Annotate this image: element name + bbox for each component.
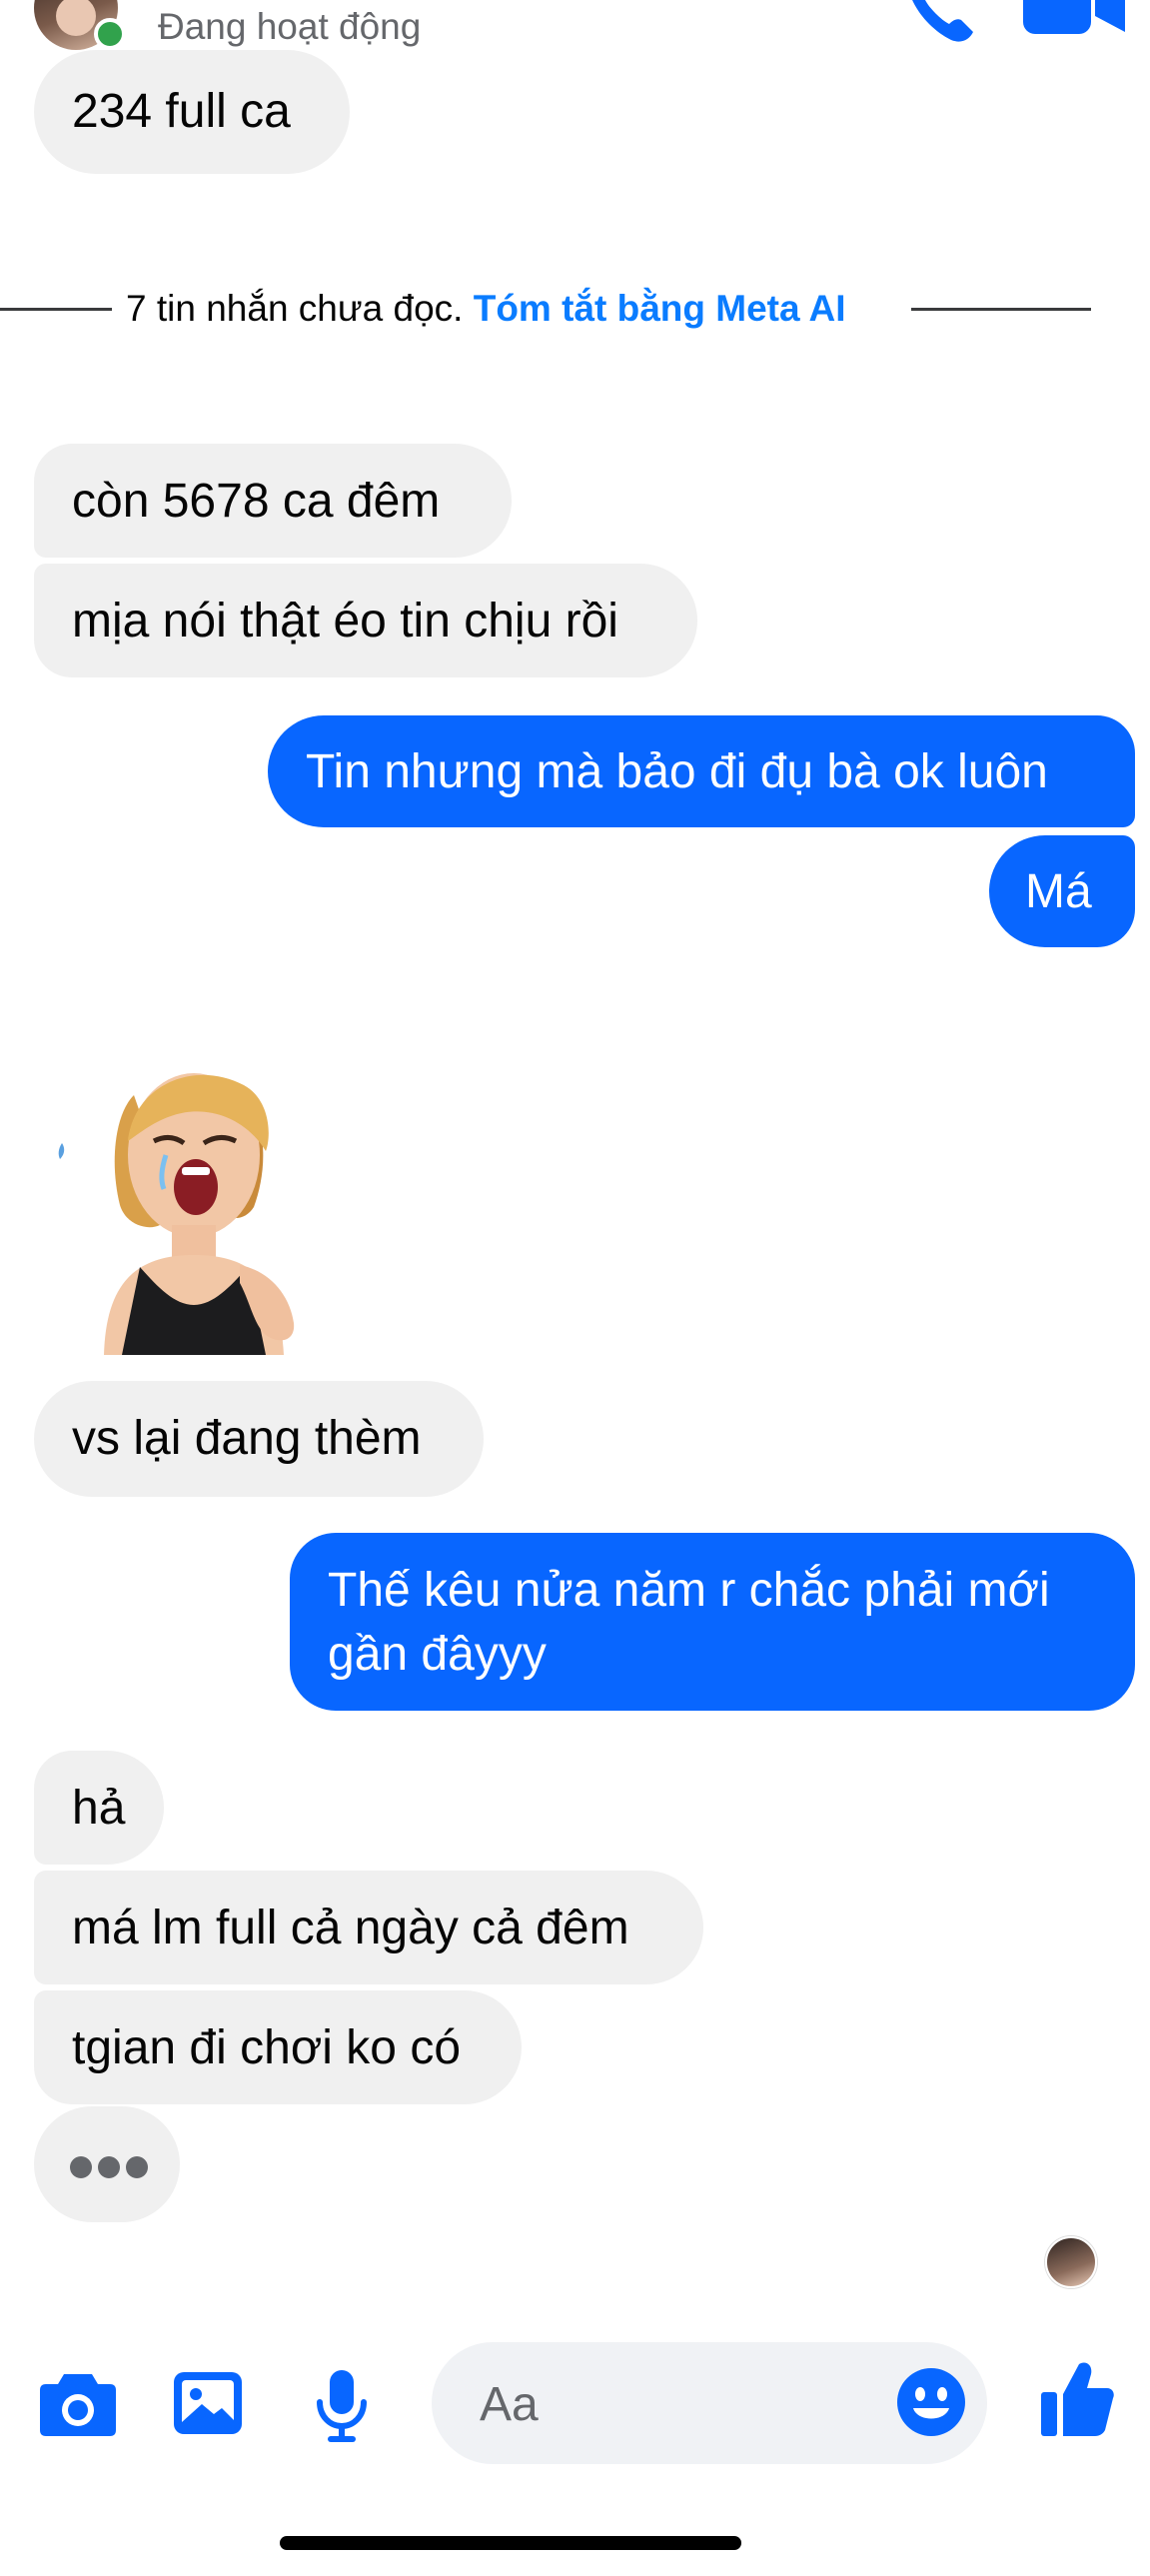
message-text: Tin nhưng mà bảo đi đụ bà ok luôn bbox=[306, 745, 1048, 798]
microphone-icon[interactable] bbox=[314, 2368, 370, 2444]
crying-woman-sticker[interactable] bbox=[44, 1055, 344, 1355]
message-text: mịa nói thật éo tin chịu rồi bbox=[72, 595, 618, 647]
online-status-dot bbox=[94, 18, 126, 50]
unread-count-text: 7 tin nhắn chưa đọc. bbox=[126, 288, 464, 329]
outgoing-message-bubble[interactable]: Thế kêu nửa năm r chắc phải mới gần đâyy… bbox=[290, 1533, 1135, 1711]
message-text-line-2: gần đâyyy bbox=[328, 1628, 547, 1681]
phone-call-icon[interactable] bbox=[899, 0, 979, 50]
message-input-container[interactable] bbox=[432, 2342, 987, 2464]
incoming-message-bubble[interactable]: hả bbox=[34, 1751, 164, 1865]
emoji-icon[interactable] bbox=[895, 2366, 967, 2438]
incoming-message-bubble[interactable]: còn 5678 ca đêm bbox=[34, 444, 512, 558]
outgoing-message-bubble[interactable]: Má bbox=[989, 835, 1135, 947]
message-text: còn 5678 ca đêm bbox=[72, 475, 441, 528]
typing-indicator bbox=[34, 2106, 180, 2222]
message-text: tgian đi chơi ko có bbox=[72, 2021, 462, 2074]
incoming-message-bubble[interactable]: vs lại đang thèm bbox=[34, 1381, 484, 1497]
camera-icon[interactable] bbox=[38, 2368, 118, 2438]
seen-receipt-avatar bbox=[1045, 2236, 1097, 2288]
message-text: Má bbox=[1025, 865, 1092, 918]
active-status-text: Đang hoạt động bbox=[158, 6, 422, 47]
message-text-line-1: Thế kêu nửa năm r chắc phải mới bbox=[328, 1564, 1050, 1617]
outgoing-message-bubble[interactable]: Tin nhưng mà bảo đi đụ bà ok luôn bbox=[268, 715, 1135, 827]
gallery-icon[interactable] bbox=[172, 2368, 244, 2438]
message-text: má lm full cả ngày cả đêm bbox=[72, 1902, 629, 1954]
typing-dot bbox=[126, 2156, 148, 2178]
message-text: hả bbox=[72, 1782, 126, 1835]
incoming-message-bubble[interactable]: tgian đi chơi ko có bbox=[34, 1990, 522, 2104]
typing-dot bbox=[70, 2156, 92, 2178]
meta-ai-summary-link[interactable]: Tóm tắt bằng Meta AI bbox=[474, 288, 846, 329]
message-text: 234 full ca bbox=[72, 85, 291, 138]
incoming-message-bubble[interactable]: má lm full cả ngày cả đêm bbox=[34, 1871, 703, 1984]
home-indicator bbox=[280, 2536, 741, 2550]
thumbs-up-icon[interactable] bbox=[1039, 2358, 1115, 2438]
typing-dot bbox=[98, 2156, 120, 2178]
video-call-icon[interactable] bbox=[1021, 0, 1131, 50]
incoming-message-bubble[interactable]: 234 full ca bbox=[34, 50, 350, 174]
divider-line-right bbox=[911, 308, 1091, 311]
message-composer bbox=[0, 2328, 1150, 2478]
message-text: vs lại đang thèm bbox=[72, 1412, 422, 1465]
unread-messages-divider: 7 tin nhắn chưa đọc. Tóm tắt bằng Meta A… bbox=[0, 282, 1150, 342]
message-input[interactable] bbox=[478, 2368, 861, 2440]
divider-line-left bbox=[0, 308, 112, 311]
incoming-message-bubble[interactable]: mịa nói thật éo tin chịu rồi bbox=[34, 564, 697, 677]
